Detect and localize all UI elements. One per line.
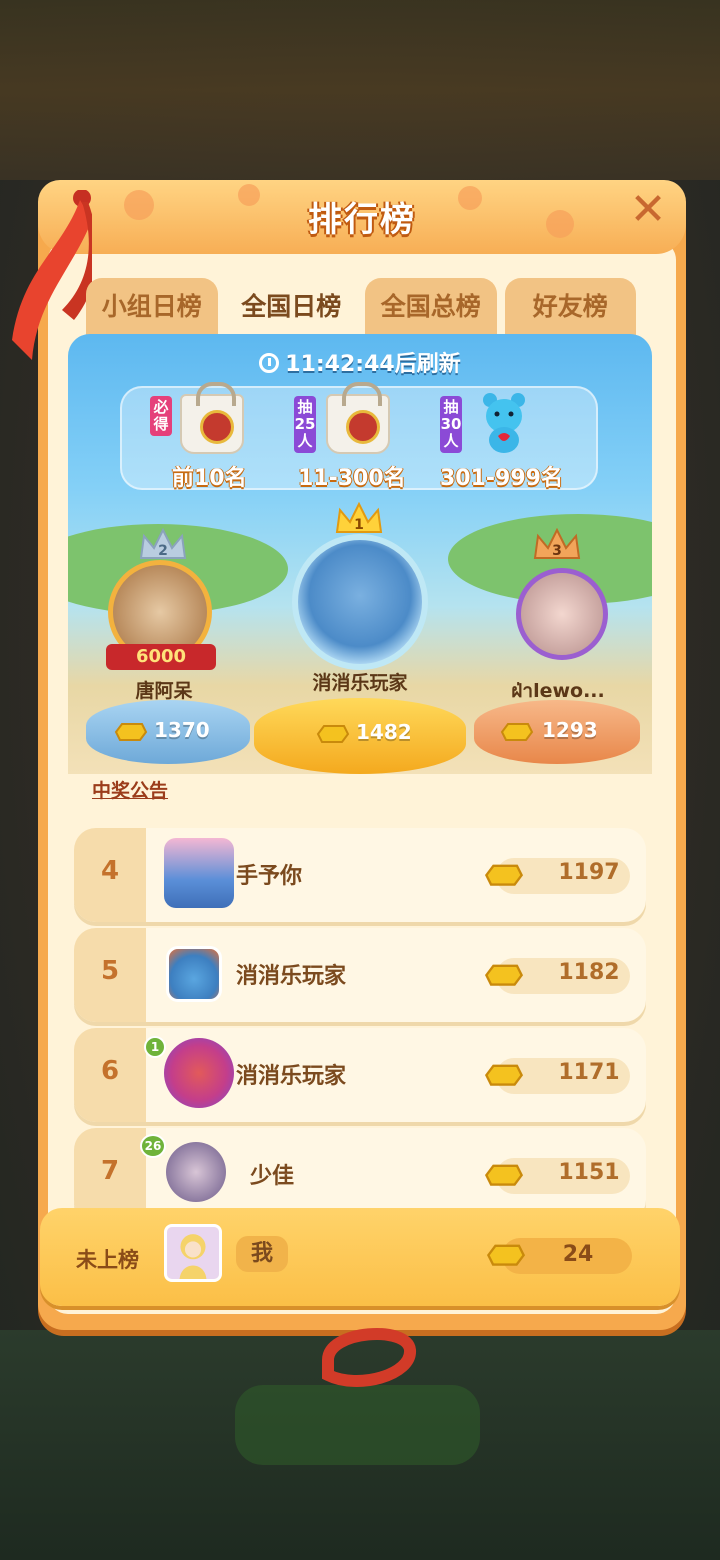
podium-banner: 11:42:44后刷新 必得 前10名 抽25人 11-300名 抽30人 30… (68, 334, 652, 774)
gold-crown-icon: 1 (335, 502, 383, 533)
tab-national-total[interactable]: 全国总榜 (365, 278, 497, 336)
tab-friends[interactable]: 好友榜 (504, 278, 636, 336)
player-name: 少佳 (250, 1164, 295, 1189)
girl-avatar-icon (167, 1227, 219, 1279)
clock-icon (259, 353, 280, 373)
player-name: 手予你 (236, 864, 303, 889)
avatar (164, 1038, 234, 1108)
gold-bar-icon (484, 964, 524, 986)
podium-score: 1482 (356, 720, 412, 744)
prize-range: 前10名 (172, 466, 247, 491)
silver-crown-icon: 2 (139, 528, 187, 559)
gold-bar-icon (486, 1244, 526, 1266)
podium-rank-3[interactable]: 3 ฝ่าlewo... 1293 (470, 524, 646, 774)
prize-tag: 抽30人 (440, 396, 462, 453)
tab-group-daily[interactable]: 小组日榜 (86, 278, 218, 336)
tab-bar: 小组日榜 全国日榜 全国总榜 好友榜 (86, 278, 636, 336)
refresh-suffix: 后刷新 (394, 352, 461, 377)
ribbon-decoration-icon (322, 1328, 416, 1387)
podium-rank-2[interactable]: 2 6000 唐阿呆 1370 (76, 524, 252, 774)
background-button (235, 1385, 480, 1465)
page-title: 排行榜 (308, 200, 416, 240)
level-badge: 26 (140, 1134, 166, 1158)
podium-rank-1[interactable]: 1 消消乐玩家 1482 (254, 502, 466, 774)
avatar (164, 1224, 222, 1282)
podium-rank-number: 3 (552, 543, 562, 559)
refresh-timer: 11:42:44后刷新 (68, 346, 652, 378)
panel-header: 排行榜 ✕ (38, 180, 686, 254)
player-score: 1197 (558, 860, 620, 885)
prize-range: 301-999名 (440, 466, 563, 491)
gold-bar-icon (316, 725, 350, 743)
player-name: 消消乐玩家 (236, 964, 347, 989)
gold-bar-icon (484, 864, 524, 886)
list-item[interactable]: 5 消消乐玩家 1182 (74, 928, 646, 1022)
avatar (516, 568, 608, 660)
prize-range: 11-300名 (298, 466, 406, 491)
background-top (0, 0, 720, 180)
prize-announcement-link[interactable]: 中奖公告 (92, 776, 168, 803)
level-banner: 6000 (106, 644, 216, 670)
rank-number: 4 (100, 856, 120, 886)
podium-rank-number: 1 (354, 517, 364, 533)
refresh-time: 11:42:44 (285, 352, 395, 377)
my-name: 我 (236, 1236, 288, 1272)
avatar (166, 1142, 226, 1202)
rank-number: 5 (100, 956, 120, 986)
level-badge: 1 (144, 1036, 166, 1058)
podium-name: 唐阿呆 (135, 680, 193, 702)
rank-number: 7 (100, 1156, 120, 1186)
my-score: 24 (562, 1242, 594, 1267)
bronze-crown-icon: 3 (533, 528, 581, 559)
blue-bear-icon (483, 393, 525, 453)
podium-score: 1293 (542, 718, 598, 742)
podium-name: 消消乐玩家 (312, 672, 408, 694)
prize-tag: 抽25人 (294, 396, 316, 453)
my-rank-label: 未上榜 (76, 1248, 139, 1272)
avatar (166, 946, 222, 1002)
podium-rank-number: 2 (158, 543, 168, 559)
list-item[interactable]: 6 1 消消乐玩家 1171 (74, 1028, 646, 1122)
avatar (164, 838, 234, 908)
gold-bar-icon (484, 1164, 524, 1186)
gold-bar-icon (114, 723, 148, 741)
list-item[interactable]: 4 手予你 1197 (74, 828, 646, 922)
gold-bar-icon (500, 723, 534, 741)
prize-panel[interactable]: 必得 前10名 抽25人 11-300名 抽30人 301-999名 (120, 382, 598, 491)
player-name: 消消乐玩家 (236, 1064, 347, 1089)
player-score: 1151 (558, 1160, 620, 1185)
my-rank-row[interactable]: 未上榜 我 24 (40, 1208, 680, 1306)
player-score: 1171 (558, 1060, 620, 1085)
tab-national-daily[interactable]: 全国日榜 (225, 278, 357, 336)
gift-bag-icon (326, 382, 390, 454)
podium-score: 1370 (154, 718, 210, 742)
rank-number: 6 (100, 1056, 120, 1086)
avatar (292, 534, 428, 670)
prize-tag: 必得 (150, 396, 172, 436)
gold-bar-icon (484, 1064, 524, 1086)
player-score: 1182 (558, 960, 620, 985)
close-icon[interactable]: ✕ (628, 188, 668, 232)
gift-bag-icon (180, 382, 244, 454)
